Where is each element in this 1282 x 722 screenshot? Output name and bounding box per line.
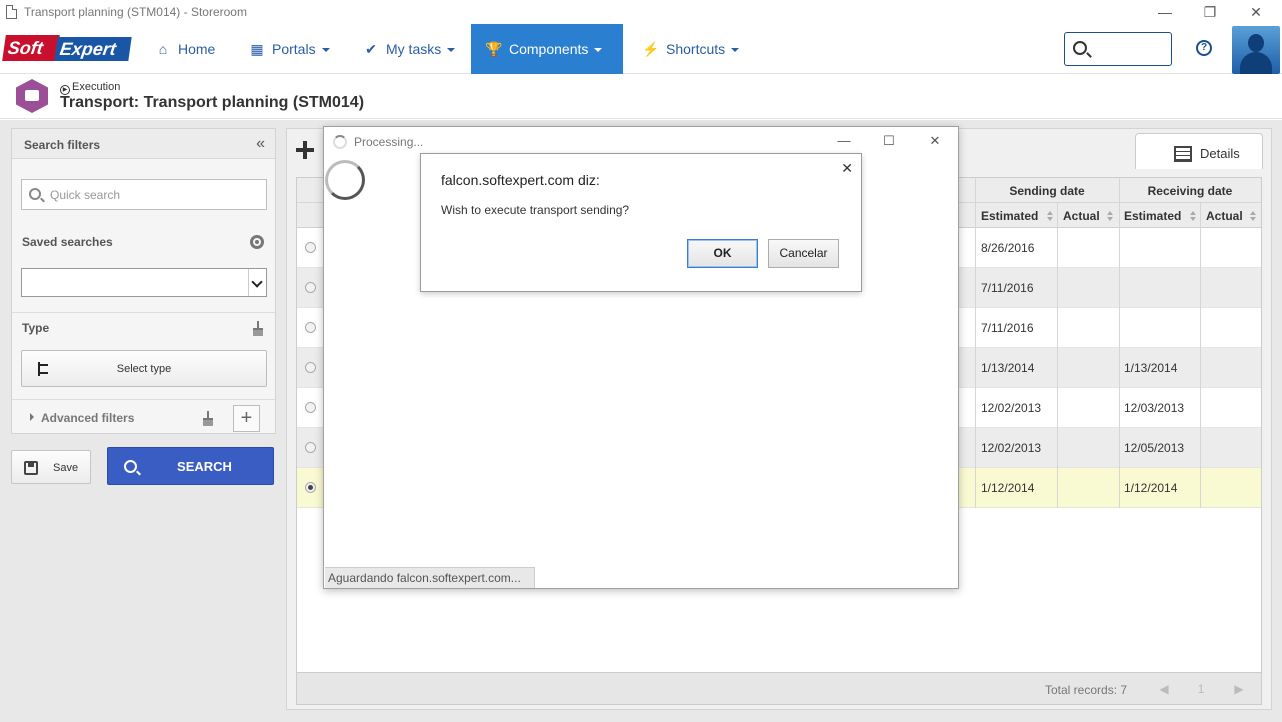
table-cell: 12/05/2013 — [1124, 441, 1185, 455]
clear-filter-icon[interactable] — [252, 321, 264, 336]
page-header: ▶ Execution Transport: Transport planning… — [0, 75, 1282, 119]
sort-icon[interactable] — [1250, 211, 1256, 221]
checkmark-icon: ✔ — [365, 41, 377, 57]
next-page-icon[interactable]: ▶ — [1232, 681, 1246, 697]
table-cell: 7/11/2016 — [981, 321, 1034, 335]
advanced-filters-toggle[interactable]: Advanced filters — [30, 411, 134, 425]
table-cell: 12/03/2013 — [1124, 401, 1185, 415]
table-icon — [1174, 146, 1192, 162]
collapse-panel-icon[interactable]: « — [256, 135, 265, 153]
nav-components[interactable]: 🏆 Components — [471, 24, 623, 74]
caret-down-icon — [321, 48, 330, 53]
column-header[interactable]: Actual — [1206, 209, 1243, 223]
previous-page-icon[interactable]: ◀ — [1157, 681, 1171, 697]
row-select-radio[interactable] — [305, 402, 316, 413]
help-icon[interactable]: ? — [1196, 40, 1212, 56]
nav-home[interactable]: ⌂ Home — [140, 24, 229, 74]
nav-portals[interactable]: ▦ Portals — [234, 24, 344, 74]
table-cell: 7/11/2016 — [981, 281, 1034, 295]
close-window-button[interactable]: ✕ — [1246, 2, 1266, 22]
saved-searches-label: Saved searches — [22, 235, 113, 249]
search-icon — [1073, 41, 1087, 55]
sort-icon[interactable] — [1190, 211, 1196, 221]
add-filter-button[interactable]: + — [233, 405, 260, 432]
receiving-date-header: Receiving date — [1147, 184, 1233, 198]
row-select-radio[interactable] — [305, 242, 316, 253]
loading-spinner-icon — [333, 135, 347, 149]
row-select-radio[interactable] — [305, 442, 316, 453]
table-cell: 1/12/2014 — [1124, 481, 1178, 495]
row-select-radio[interactable] — [305, 282, 316, 293]
clear-filter-icon[interactable] — [202, 411, 214, 426]
search-filters-panel: Search filters « Quick search Saved sear… — [11, 128, 276, 434]
sort-icon[interactable] — [1047, 211, 1053, 221]
table-cell: 1/13/2014 — [981, 361, 1035, 375]
close-window-button[interactable]: ✕ — [927, 133, 943, 149]
page-number[interactable]: 1 — [1194, 681, 1208, 697]
caret-down-icon — [731, 48, 740, 53]
confirm-dialog: ✕ falcon.softexpert.com diz: Wish to exe… — [420, 153, 862, 292]
saved-searches-select[interactable] — [21, 268, 267, 297]
column-header[interactable]: Estimated — [1124, 209, 1181, 223]
restore-button[interactable]: ❐ — [1200, 2, 1220, 22]
maximize-button[interactable]: ☐ — [881, 133, 897, 149]
table-cell: 1/12/2014 — [981, 481, 1035, 495]
quick-search-input[interactable]: Quick search — [21, 179, 267, 210]
page-title: Transport: Transport planning (STM014) — [60, 94, 365, 111]
add-icon[interactable] — [296, 141, 314, 159]
document-icon — [6, 5, 17, 19]
row-select-radio[interactable] — [305, 482, 316, 493]
dialog-origin: falcon.softexpert.com diz: — [441, 172, 600, 188]
total-records: Total records: 7 — [1045, 683, 1128, 697]
row-select-radio[interactable] — [305, 362, 316, 373]
caret-down-icon — [594, 48, 603, 53]
user-avatar[interactable] — [1232, 26, 1280, 74]
tab-details[interactable]: Details — [1135, 133, 1263, 169]
minimize-button[interactable]: — — [1155, 2, 1175, 22]
row-select-radio[interactable] — [305, 322, 316, 333]
column-header[interactable]: Actual — [1063, 209, 1100, 223]
caret-right-icon — [30, 413, 34, 421]
window-titlebar: Transport planning (STM014) - Storeroom … — [0, 0, 1282, 24]
save-button[interactable]: Save — [11, 450, 91, 484]
select-type-button[interactable]: Select type — [21, 350, 267, 387]
breadcrumb[interactable]: ▶ Execution — [60, 81, 120, 95]
window-title: Transport planning (STM014) - Storeroom — [24, 5, 247, 19]
table-cell: 12/02/2013 — [981, 401, 1042, 415]
caret-down-icon — [447, 48, 456, 53]
grid-footer: Total records: 7 ◀ 1 ▶ — [297, 672, 1261, 704]
sort-icon[interactable] — [1107, 211, 1113, 221]
softexpert-logo[interactable]: Soft Expert — [2, 35, 132, 63]
search-button[interactable]: SEARCH — [107, 447, 274, 485]
top-navbar: Soft Expert ⌂ Home ▦ Portals ✔ My tasks 🏆 Co… — [0, 24, 1282, 74]
status-bar: Aguardando falcon.softexpert.com... — [325, 567, 535, 588]
save-icon — [24, 461, 38, 475]
chevron-down-icon — [248, 269, 266, 296]
column-header[interactable]: Estimated — [981, 209, 1038, 223]
plus-icon: + — [240, 407, 253, 429]
nav-shortcuts[interactable]: ⚡ Shortcuts — [628, 24, 753, 74]
type-label: Type — [22, 321, 50, 335]
minimize-button[interactable]: — — [836, 133, 852, 149]
ok-button[interactable]: OK — [687, 239, 758, 268]
processing-title: Processing... — [354, 135, 424, 149]
grid-icon: ▦ — [250, 41, 264, 57]
loading-spinner-icon — [325, 160, 365, 200]
table-cell: 8/26/2016 — [981, 241, 1035, 255]
lightning-icon: ⚡ — [642, 41, 660, 57]
gear-icon[interactable] — [250, 235, 264, 249]
home-icon: ⌂ — [158, 41, 168, 57]
nav-my-tasks[interactable]: ✔ My tasks — [348, 24, 469, 74]
dialog-message: Wish to execute transport sending? — [441, 203, 630, 217]
transport-module-icon — [16, 79, 48, 113]
search-filters-header: Search filters « — [12, 129, 275, 159]
close-icon[interactable]: ✕ — [841, 160, 853, 177]
global-search-input[interactable] — [1064, 32, 1172, 66]
table-cell: 1/13/2014 — [1124, 361, 1178, 375]
sending-date-header: Sending date — [1009, 184, 1085, 198]
cancel-button[interactable]: Cancelar — [768, 239, 839, 268]
search-icon — [29, 188, 41, 200]
trophy-icon: 🏆 — [485, 41, 503, 57]
table-cell: 12/02/2013 — [981, 441, 1042, 455]
